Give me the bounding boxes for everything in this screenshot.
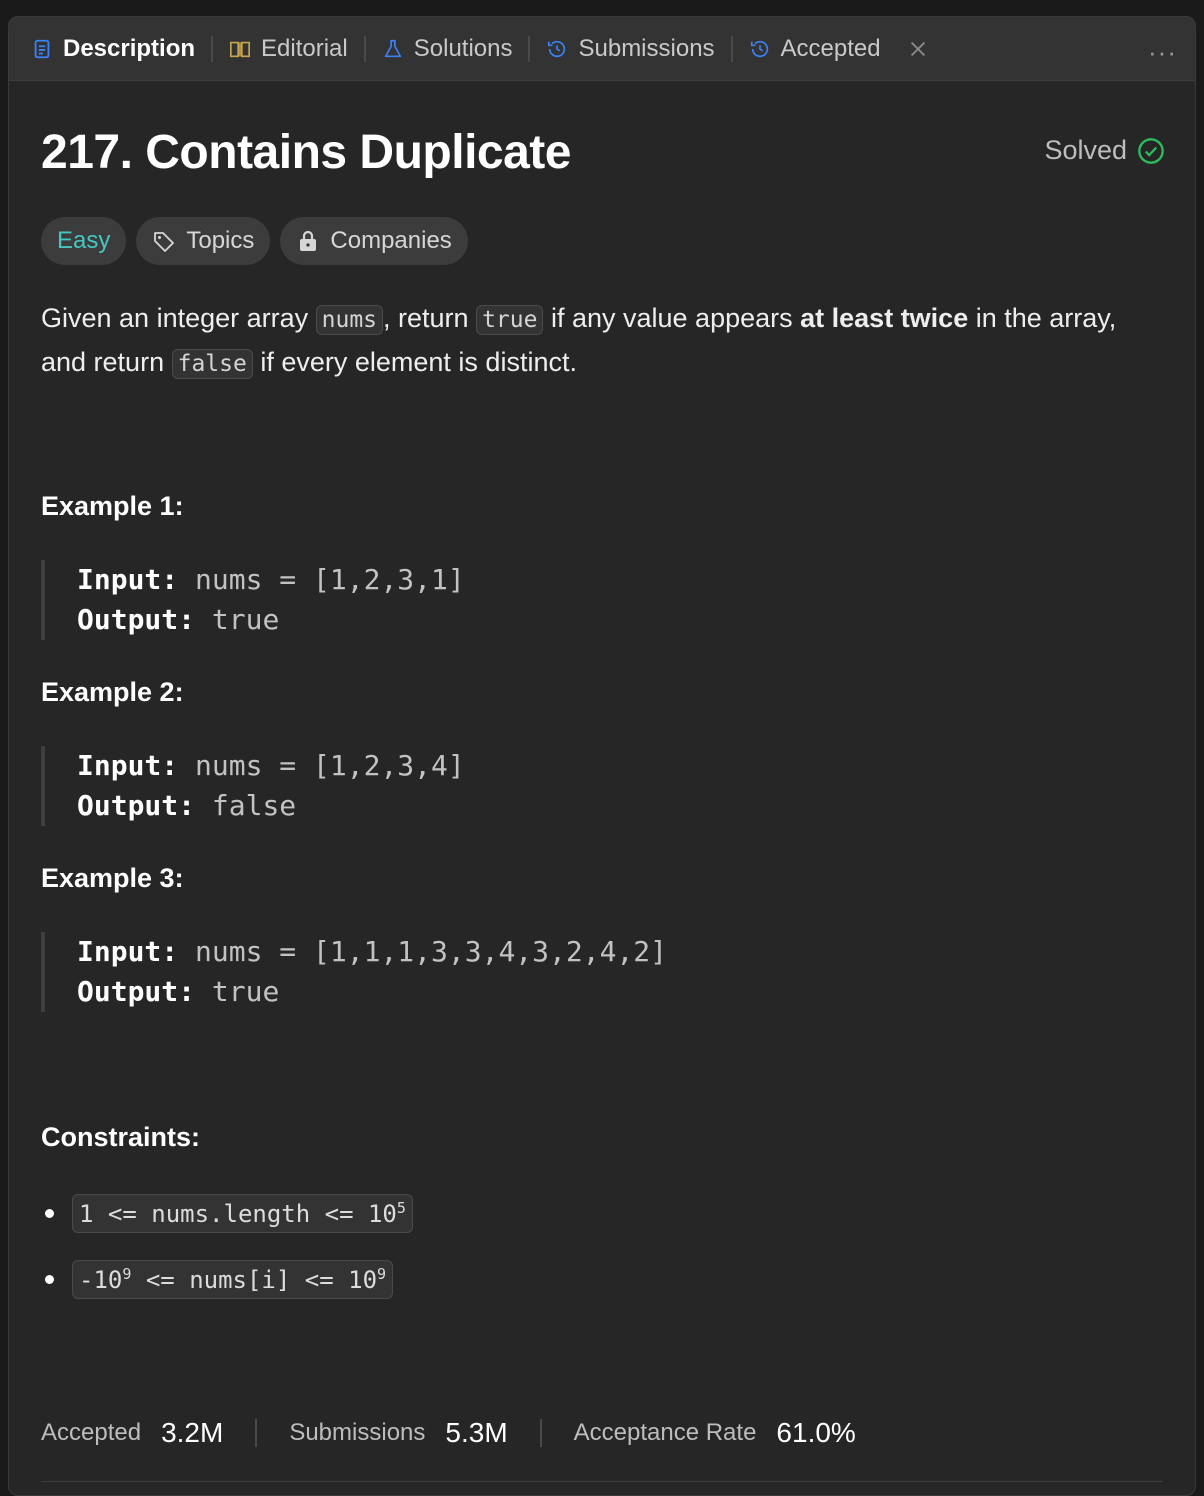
output-label: Output:	[77, 789, 196, 822]
tag-row: Easy Topics Companies	[41, 217, 468, 265]
acceptance-rate-value: 61.0%	[776, 1417, 856, 1448]
description-text: , return	[383, 303, 477, 333]
inline-code: true	[476, 305, 544, 335]
input-value: nums = [1,2,3,4]	[195, 749, 465, 782]
divider	[41, 1481, 1163, 1482]
tab-divider	[363, 35, 366, 62]
tab-submissions[interactable]: Submissions	[546, 17, 715, 81]
example-2-title: Example 2:	[41, 677, 184, 707]
description-text: Given an integer array	[41, 303, 316, 333]
tab-label: Solutions	[413, 34, 513, 62]
inline-code: nums	[315, 305, 384, 335]
check-circle-icon	[1138, 137, 1164, 164]
constraint-text: -10	[79, 1266, 123, 1294]
tab-label: Accepted	[780, 34, 881, 62]
description-text: if any value appears	[543, 303, 801, 333]
bullet	[45, 1275, 54, 1284]
tab-solutions[interactable]: Solutions	[382, 17, 513, 81]
problem-title: 217. Contains Duplicate	[41, 126, 571, 179]
tag-icon	[154, 232, 175, 252]
output-label: Output:	[77, 975, 196, 1008]
exponent: 9	[377, 1265, 387, 1283]
history-icon	[750, 40, 768, 57]
companies-label: Companies	[330, 227, 452, 254]
constraint-item: 1 <= nums.length <= 105	[45, 1194, 413, 1233]
input-label: Input:	[77, 563, 179, 596]
example-3-title: Example 3:	[41, 863, 184, 893]
tab-label: Submissions	[578, 34, 715, 62]
output-value: false	[211, 789, 297, 822]
tab-divider	[528, 35, 531, 62]
inline-code: false	[171, 349, 253, 379]
input-label: Input:	[77, 749, 179, 782]
topics-button[interactable]: Topics	[136, 217, 271, 265]
constraint-code: 1 <= nums.length <= 105	[72, 1194, 413, 1233]
submissions-label: Submissions	[289, 1419, 426, 1446]
tab-divider	[211, 35, 214, 62]
submissions-value: 5.3M	[445, 1417, 508, 1448]
tab-editorial[interactable]: Editorial	[229, 17, 348, 81]
companies-button[interactable]: Companies	[280, 217, 468, 265]
stats-bar: Accepted 3.2M Submissions 5.3M Acceptanc…	[41, 1417, 856, 1449]
input-label: Input:	[77, 935, 179, 968]
difficulty-badge[interactable]: Easy	[41, 217, 127, 265]
lock-icon	[300, 230, 317, 251]
example-1-title: Example 1:	[41, 491, 184, 521]
constraints-title: Constraints:	[41, 1122, 201, 1152]
output-label: Output:	[77, 603, 196, 636]
tab-divider	[730, 35, 733, 62]
exponent: 5	[396, 1199, 406, 1217]
constraint-text: <= nums[i] <= 10	[131, 1266, 378, 1294]
tab-accepted[interactable]: Accepted	[749, 17, 929, 81]
topics-label: Topics	[186, 227, 255, 254]
more-options-icon[interactable]: ···	[1148, 37, 1177, 68]
example-2-block: Input: nums = [1,2,3,4] Output: false	[41, 746, 941, 826]
book-icon	[230, 41, 251, 57]
stat-divider	[255, 1419, 258, 1447]
constraint-item: -109 <= nums[i] <= 109	[45, 1260, 394, 1299]
accepted-label: Accepted	[41, 1419, 142, 1446]
tab-label: Description	[63, 34, 196, 62]
output-value: true	[211, 603, 280, 636]
example-3-block: Input: nums = [1,1,1,3,3,4,3,2,4,2] Outp…	[41, 932, 941, 1012]
problem-panel: Description Editorial Solutions Submissi…	[8, 16, 1196, 1496]
tab-bar: Description Editorial Solutions Submissi…	[9, 17, 1195, 81]
history-icon	[548, 40, 566, 57]
problem-description: Given an integer array nums, return true…	[41, 297, 1151, 385]
accepted-value: 3.2M	[161, 1417, 224, 1448]
close-icon[interactable]	[907, 38, 929, 60]
solved-status: Solved	[1044, 135, 1165, 166]
input-value: nums = [1,2,3,1]	[195, 563, 465, 596]
emphasis-text: at least twice	[800, 303, 969, 333]
constraint-text: 1 <= nums.length <= 10	[79, 1200, 397, 1228]
tab-description[interactable]: Description	[31, 17, 195, 81]
bullet	[45, 1209, 54, 1218]
stat-divider	[539, 1419, 542, 1447]
flask-icon	[384, 39, 401, 57]
acceptance-rate-label: Acceptance Rate	[573, 1419, 757, 1446]
description-text: if every element is distinct.	[252, 347, 577, 377]
tab-label: Editorial	[261, 34, 348, 62]
example-1-block: Input: nums = [1,2,3,1] Output: true	[41, 560, 941, 640]
document-icon	[34, 39, 50, 58]
constraint-code: -109 <= nums[i] <= 109	[72, 1260, 394, 1299]
output-value: true	[211, 975, 280, 1008]
input-value: nums = [1,1,1,3,3,4,3,2,4,2]	[195, 935, 668, 968]
solved-label: Solved	[1044, 135, 1127, 165]
